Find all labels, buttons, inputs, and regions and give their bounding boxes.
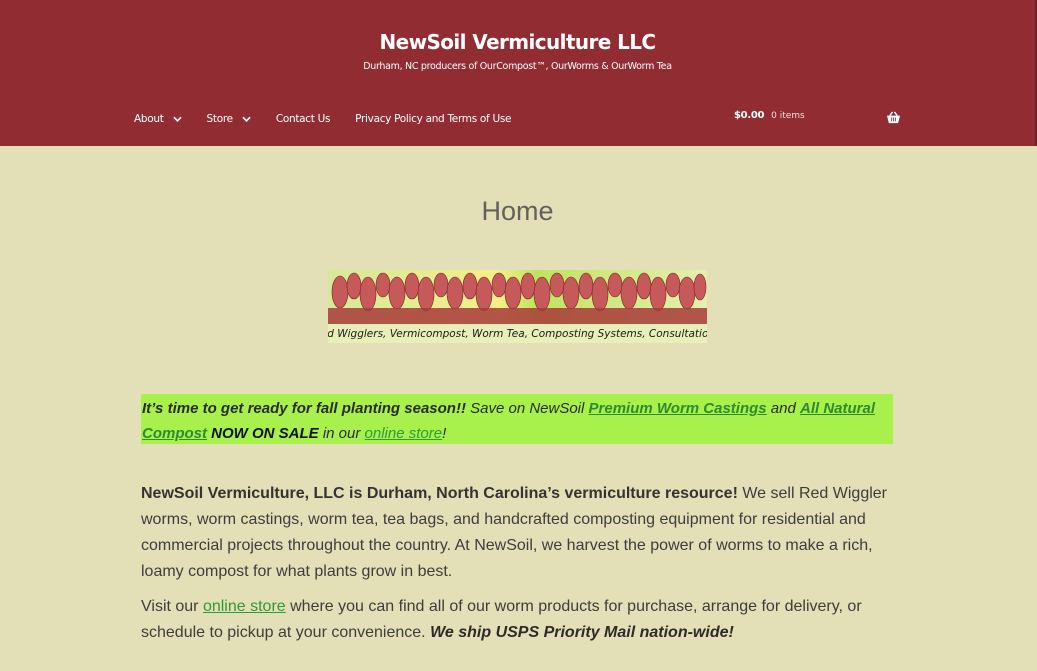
sale-promo-box: It’s time to get ready for fall planting… xyxy=(141,394,893,444)
nav-store-label: Store xyxy=(206,113,234,125)
site-header: NewSoil Vermiculture LLC Durham, NC prod… xyxy=(0,0,1037,146)
visit-pre: Visit our xyxy=(141,598,203,615)
promo-save-text: Save on NewSoil xyxy=(465,400,589,417)
nav-about-label: About xyxy=(134,113,164,125)
promo-lead: It’s time to get ready for fall planting… xyxy=(142,400,466,417)
page-title: Home xyxy=(481,196,554,226)
promo-sale-text: NOW ON SALE xyxy=(207,425,319,442)
promo-end: ! xyxy=(442,425,447,442)
site-title[interactable]: NewSoil Vermiculture LLC xyxy=(0,30,1035,54)
promo-in-our-text: in our xyxy=(318,425,365,442)
intro-bold: NewSoil Vermiculture, LLC is Durham, Nor… xyxy=(141,485,738,502)
promo-and-text: and xyxy=(766,400,801,417)
premium-worm-castings-link[interactable]: Premium Worm Castings xyxy=(589,400,767,417)
visit-online-store-link[interactable]: online store xyxy=(203,598,286,615)
site-tagline: Durham, NC producers of OurCompost™, Our… xyxy=(363,61,672,72)
cart-count: 0 items xyxy=(771,110,805,121)
nav-item-contact[interactable]: Contact Us xyxy=(276,111,331,127)
intro-paragraph: NewSoil Vermiculture, LLC is Durham, Nor… xyxy=(141,481,901,585)
nav-item-store[interactable]: Store xyxy=(207,111,251,127)
cart-summary[interactable]: $0.00 0 items xyxy=(734,110,805,121)
nav-item-privacy[interactable]: Privacy Policy and Terms of Use xyxy=(355,111,511,127)
chevron-down-icon xyxy=(242,116,251,122)
worm-banner-image: Red Wigglers, Vermicompost, Worm Tea, Co… xyxy=(328,270,707,343)
basket-icon[interactable] xyxy=(886,111,901,124)
banner-caption: Red Wigglers, Vermicompost, Worm Tea, Co… xyxy=(328,328,707,340)
primary-nav: About Store Contact Us Privacy Policy an… xyxy=(134,111,536,127)
cart-total: $0.00 xyxy=(734,110,765,121)
visit-shipping-note: We ship USPS Priority Mail nation-wide! xyxy=(430,624,734,641)
promo-online-store-link[interactable]: online store xyxy=(365,425,443,442)
chevron-down-icon xyxy=(172,116,182,122)
visit-paragraph: Visit our online store where you can fin… xyxy=(141,594,901,646)
nav-item-about[interactable]: About xyxy=(134,111,182,127)
